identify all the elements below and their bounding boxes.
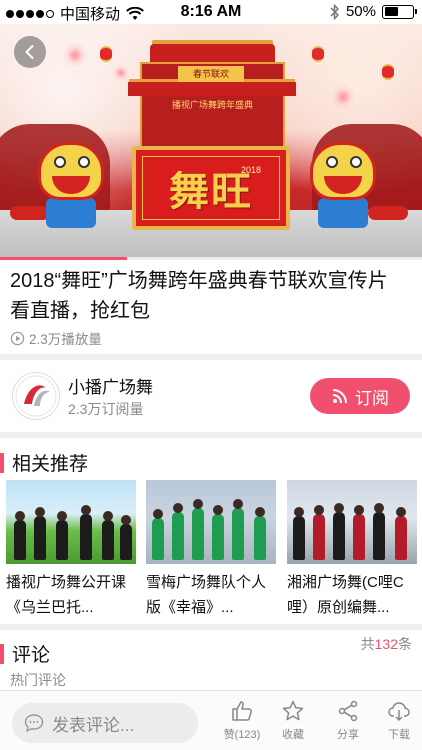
favorite-label: 收藏 — [282, 729, 304, 741]
recommendation-title: 湘湘广场舞(C哩C 哩）原创编舞... — [287, 570, 417, 620]
battery-icon — [382, 4, 417, 19]
hot-comments-label: 热门评论 — [10, 672, 66, 688]
favorite-button[interactable]: 收藏 — [268, 699, 318, 742]
back-button[interactable] — [14, 36, 46, 68]
recommendation-title: 播视广场舞公开课 《乌兰巴托... — [6, 570, 136, 620]
recommendation-title-line2: 《乌兰巴托... — [6, 599, 94, 616]
video-player[interactable]: 春节联欢 播视广场舞跨年盛典 舞旺 2018 — [0, 24, 422, 260]
channel-logo-icon — [15, 375, 57, 417]
lion-dancer-left — [10, 142, 114, 240]
firework-decoration — [62, 42, 88, 68]
comment-count-number: 132 — [374, 636, 398, 652]
channel-avatar[interactable] — [12, 372, 60, 420]
chat-bubble-icon — [24, 714, 44, 733]
share-button[interactable]: 分享 — [323, 699, 373, 742]
recommendation-thumbnail — [6, 480, 136, 564]
play-count-text: 2.3万播放量 — [29, 332, 102, 347]
channel-subscribers: 2.3万订阅量 — [68, 401, 144, 417]
comment-placeholder: 发表评论... — [52, 715, 135, 735]
gate-roof — [150, 44, 275, 62]
banner-inner: 舞旺 2018 — [142, 156, 280, 220]
subscribe-button[interactable]: 订阅 — [310, 378, 410, 414]
lantern-decoration — [382, 64, 394, 80]
video-title: 2018“舞旺”广场舞跨年盛典春节联欢宣传片 看直播，抢红包 — [10, 266, 414, 326]
video-progress-fill — [0, 257, 127, 260]
recommendation-thumbnail — [287, 480, 417, 564]
recommendation-title: 雪梅广场舞队个人 版《幸福》... — [146, 570, 276, 620]
recommendations-title: 相关推荐 — [12, 454, 89, 475]
video-progress-bar[interactable] — [0, 257, 422, 260]
firework-decoration — [112, 64, 130, 82]
download-label: 下载 — [388, 729, 410, 741]
lantern-decoration — [312, 46, 324, 62]
firework-decoration — [330, 84, 356, 110]
lantern-decoration — [100, 46, 112, 62]
banner-year: 2018 — [240, 165, 261, 175]
recommendations-header: 相关推荐 — [0, 449, 88, 476]
status-right: 50% — [330, 3, 417, 20]
star-icon — [282, 700, 304, 721]
download-button[interactable]: 下载 — [374, 699, 422, 742]
comment-count: 共132条 — [361, 634, 412, 654]
comment-count-prefix: 共 — [360, 636, 375, 652]
comments-header: 评论 — [0, 640, 50, 667]
share-icon — [338, 700, 358, 722]
recommendation-title-line1: 湘湘广场舞(C哩C — [287, 574, 404, 591]
like-label: 赞(123) — [223, 729, 261, 741]
gate-roof-lower — [128, 82, 296, 96]
gate-band: 播视广场舞跨年盛典 — [171, 100, 253, 110]
bottom-action-bar: 发表评论... 赞(123) 收藏 分享 下载 — [0, 690, 422, 750]
comment-input[interactable]: 发表评论... — [12, 703, 198, 743]
divider — [0, 624, 422, 630]
back-arrow-icon — [25, 45, 34, 59]
bluetooth-icon — [330, 3, 340, 20]
rss-icon — [332, 389, 347, 404]
like-button[interactable]: 赞(123) — [217, 699, 267, 742]
recommendation-card[interactable]: 播视广场舞公开课 《乌兰巴托... — [6, 480, 136, 620]
subscribe-label: 订阅 — [355, 388, 389, 408]
recommendation-thumbnail — [146, 480, 276, 564]
comments-title: 评论 — [12, 645, 51, 666]
section-accent-bar — [0, 643, 4, 664]
channel-name[interactable]: 小播广场舞 — [68, 373, 153, 398]
lion-dancer-right — [300, 142, 408, 240]
video-title-line2: 看直播，抢红包 — [10, 300, 150, 322]
play-count: 2.3万播放量 — [10, 328, 102, 348]
thumbs-up-icon — [232, 701, 252, 721]
battery-fill — [384, 7, 398, 16]
video-banner: 舞旺 2018 — [132, 146, 290, 230]
divider — [0, 354, 422, 360]
share-label: 分享 — [337, 729, 359, 741]
recommendation-title-line2: 版《幸福》... — [146, 599, 234, 616]
play-circle-icon — [10, 331, 25, 345]
divider — [0, 432, 422, 438]
status-bar: 中国移动 8:16 AM 50% — [0, 0, 422, 24]
video-title-line1: 2018“舞旺”广场舞跨年盛典春节联欢宣传片 — [10, 270, 388, 292]
recommendation-card[interactable]: 雪梅广场舞队个人 版《幸福》... — [146, 480, 276, 620]
recommendation-title-line1: 播视广场舞公开课 — [6, 574, 127, 591]
cloud-download-icon — [388, 702, 410, 721]
comment-count-suffix: 条 — [398, 636, 412, 652]
recommendation-title-line2: 哩）原创编舞... — [287, 599, 390, 616]
recommendation-title-line1: 雪梅广场舞队个人 — [146, 574, 267, 591]
battery-percent: 50% — [345, 3, 376, 20]
recommendation-card[interactable]: 湘湘广场舞(C哩C 哩）原创编舞... — [287, 480, 417, 620]
section-accent-bar — [0, 452, 4, 473]
gate-plaque: 春节联欢 — [178, 66, 244, 82]
